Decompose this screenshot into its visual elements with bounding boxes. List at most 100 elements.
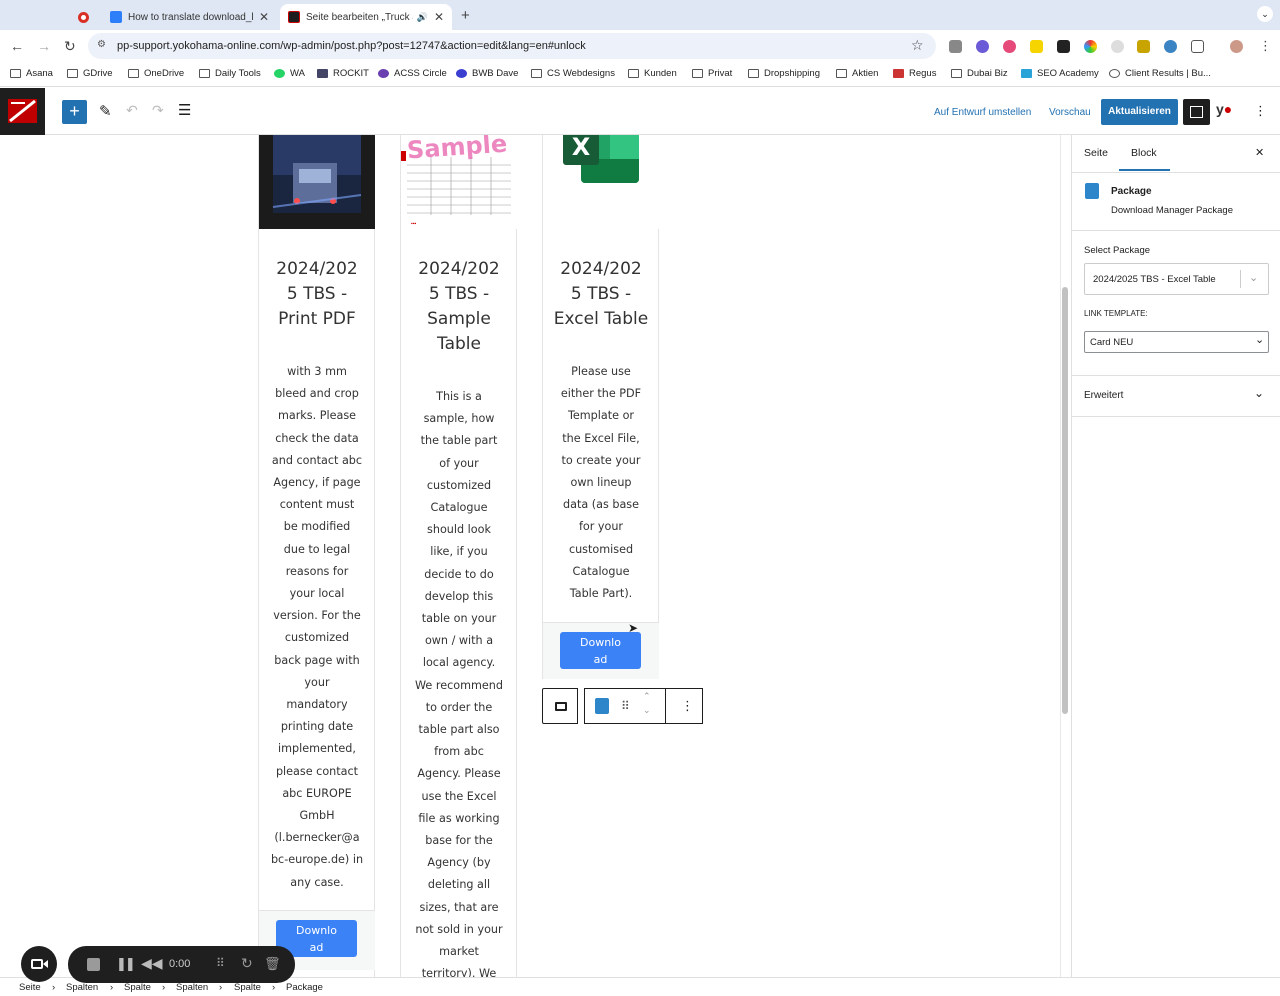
bookmarks-bar: Asana GDrive OneDrive Daily Tools WA ROC… [0, 63, 1280, 87]
download-button[interactable]: Downlo ad [560, 632, 641, 669]
document-overview-icon[interactable]: ☰ [178, 101, 191, 119]
stop-icon[interactable] [87, 958, 100, 971]
bookmark-privat[interactable]: Privat [692, 68, 732, 79]
switch-to-draft-button[interactable]: Auf Entwurf umstellen [934, 107, 1031, 118]
yoast-icon[interactable]: y● [1216, 101, 1232, 117]
site-settings-icon[interactable]: ⚙ [97, 39, 106, 50]
recording-timer: 0:00 [169, 958, 191, 970]
pause-icon[interactable]: ❚❚ [116, 956, 136, 972]
puzzle-icon[interactable] [1191, 40, 1204, 53]
camera-icon[interactable] [949, 40, 962, 53]
preview-button[interactable]: Vorschau [1049, 107, 1091, 118]
star-icon[interactable]: ☆ [911, 37, 924, 54]
avatar[interactable] [1230, 40, 1243, 53]
back-icon[interactable]: ← [10, 38, 24, 54]
regus-icon [893, 69, 904, 78]
bookmark-daily-tools[interactable]: Daily Tools [199, 68, 261, 79]
select-parent-button[interactable] [542, 688, 578, 724]
bookmark-client-results[interactable]: Client Results | Bu... [1109, 68, 1211, 79]
extension-icon[interactable] [1030, 40, 1043, 53]
bookmark-label: CS Webdesigns [547, 68, 615, 79]
bookmark-dropshipping[interactable]: Dropshipping [748, 68, 820, 79]
extension-icon[interactable] [1111, 40, 1124, 53]
move-up-icon[interactable]: ⌃ [643, 691, 651, 702]
bookmark-seo-academy[interactable]: SEO Academy [1021, 68, 1099, 79]
address-bar[interactable]: ⚙ pp-support.yokohama-online.com/wp-admi… [88, 33, 936, 59]
bookmark-regus[interactable]: Regus [893, 68, 936, 79]
extension-icon[interactable] [976, 40, 989, 53]
extension-icon[interactable] [1137, 40, 1150, 53]
extension-icon[interactable] [1084, 40, 1097, 53]
restart-icon[interactable]: ↻ [241, 955, 253, 972]
trash-icon[interactable]: 🗑 [264, 956, 281, 972]
package-card-print-pdf[interactable]: 2024/202 5 TBS - Print PDF with 3 mm ble… [258, 135, 375, 977]
audio-icon[interactable]: 🔊 [417, 12, 428, 23]
breadcrumb-separator: › [110, 982, 114, 993]
block-options-button[interactable]: ⋮ [665, 688, 703, 724]
truck-image [272, 135, 362, 213]
menu-icon[interactable]: ⋮ [1259, 38, 1272, 54]
select-package-dropdown[interactable]: 2024/2025 TBS - Excel Table ⌄ [1084, 263, 1269, 295]
bookmark-label: Kunden [644, 68, 677, 79]
scrollbar-thumb[interactable] [1062, 287, 1068, 714]
extension-icon[interactable] [1003, 40, 1016, 53]
site-logo[interactable] [0, 88, 45, 135]
wordpress-icon[interactable] [1164, 40, 1177, 53]
bookmark-rockit[interactable]: ROCKIT [317, 68, 369, 79]
new-tab-icon[interactable]: + [461, 7, 470, 24]
breadcrumb-item[interactable]: Spalte [234, 982, 261, 993]
bookmark-bwb[interactable]: BWB Dave [456, 68, 518, 79]
tab-page[interactable]: Seite [1084, 147, 1108, 159]
bookmark-gdrive[interactable]: GDrive [67, 68, 113, 79]
close-tab-icon[interactable]: ✕ [428, 10, 444, 24]
update-button[interactable]: Aktualisieren [1101, 99, 1178, 125]
close-icon[interactable]: ✕ [1255, 146, 1264, 159]
bookmark-wa[interactable]: WA [274, 68, 305, 79]
undo-icon[interactable]: ↶ [126, 102, 138, 119]
drag-handle-icon[interactable]: ⠿ [621, 699, 630, 713]
bookmark-label: SEO Academy [1037, 68, 1099, 79]
grid-icon[interactable]: ⠿ [216, 956, 225, 970]
seo-icon [1021, 69, 1032, 78]
close-tab-icon[interactable]: ✕ [253, 10, 269, 24]
bookmark-asana[interactable]: Asana [10, 68, 53, 79]
move-down-icon[interactable]: ⌄ [643, 705, 651, 716]
add-block-button[interactable]: + [62, 100, 87, 124]
bookmark-aktien[interactable]: Aktien [836, 68, 878, 79]
breadcrumb-item[interactable]: Package [286, 982, 323, 993]
advanced-panel-toggle[interactable]: Erweitert ⌄ [1072, 376, 1280, 416]
breadcrumb-separator: › [162, 982, 166, 993]
breadcrumb-item[interactable]: Spalten [66, 982, 98, 993]
breadcrumb-item[interactable]: Spalten [176, 982, 208, 993]
tab-how-to-translate[interactable]: How to translate download_li ✕ [102, 4, 277, 30]
bookmark-dubai-biz[interactable]: Dubai Biz [951, 68, 1008, 79]
redo-icon[interactable]: ↷ [152, 102, 164, 119]
extension-icon[interactable] [1057, 40, 1070, 53]
tab-search-icon[interactable]: ⌄ [1257, 6, 1273, 22]
package-card-sample-table[interactable]: ▪▪▪ Sample 2024/202 5 TBS - Sample Table… [400, 135, 517, 977]
bookmark-onedrive[interactable]: OneDrive [128, 68, 184, 79]
tools-pencil-icon[interactable]: ✎ [99, 102, 112, 120]
camera-toggle-button[interactable] [21, 946, 57, 982]
tab-pinned[interactable] [70, 4, 98, 30]
bookmark-kunden[interactable]: Kunden [628, 68, 677, 79]
select-package-label: Select Package [1084, 245, 1151, 256]
bookmark-cs-webdesigns[interactable]: CS Webdesigns [531, 68, 615, 79]
active-tab-indicator [1119, 169, 1170, 171]
card-title: 2024/202 5 TBS - Excel Table [553, 259, 649, 329]
options-menu-icon[interactable]: ⋮ [1254, 103, 1267, 119]
tab-edit-page[interactable]: Seite bearbeiten „Truck ai 🔊 ✕ [280, 4, 452, 30]
camera-lens-icon [43, 960, 48, 968]
package-card-excel-table[interactable]: X 2024/202 5 TBS - Excel Table Please us… [542, 135, 659, 679]
breadcrumb-item[interactable]: Seite [19, 982, 41, 993]
bookmark-acss[interactable]: ACSS Circle [378, 68, 447, 79]
tab-block[interactable]: Block [1131, 147, 1157, 159]
reload-icon[interactable]: ↻ [64, 38, 76, 55]
forward-icon[interactable]: → [37, 38, 51, 54]
rewind-icon[interactable]: ◀◀ [141, 955, 163, 972]
block-mover[interactable]: ⠿ ⌃ ⌄ [584, 688, 667, 724]
breadcrumb-item[interactable]: Spalte [124, 982, 151, 993]
settings-toggle-button[interactable] [1183, 99, 1210, 125]
logo-icon [8, 99, 37, 123]
link-template-select[interactable]: Card NEU ⌄ [1084, 331, 1269, 353]
